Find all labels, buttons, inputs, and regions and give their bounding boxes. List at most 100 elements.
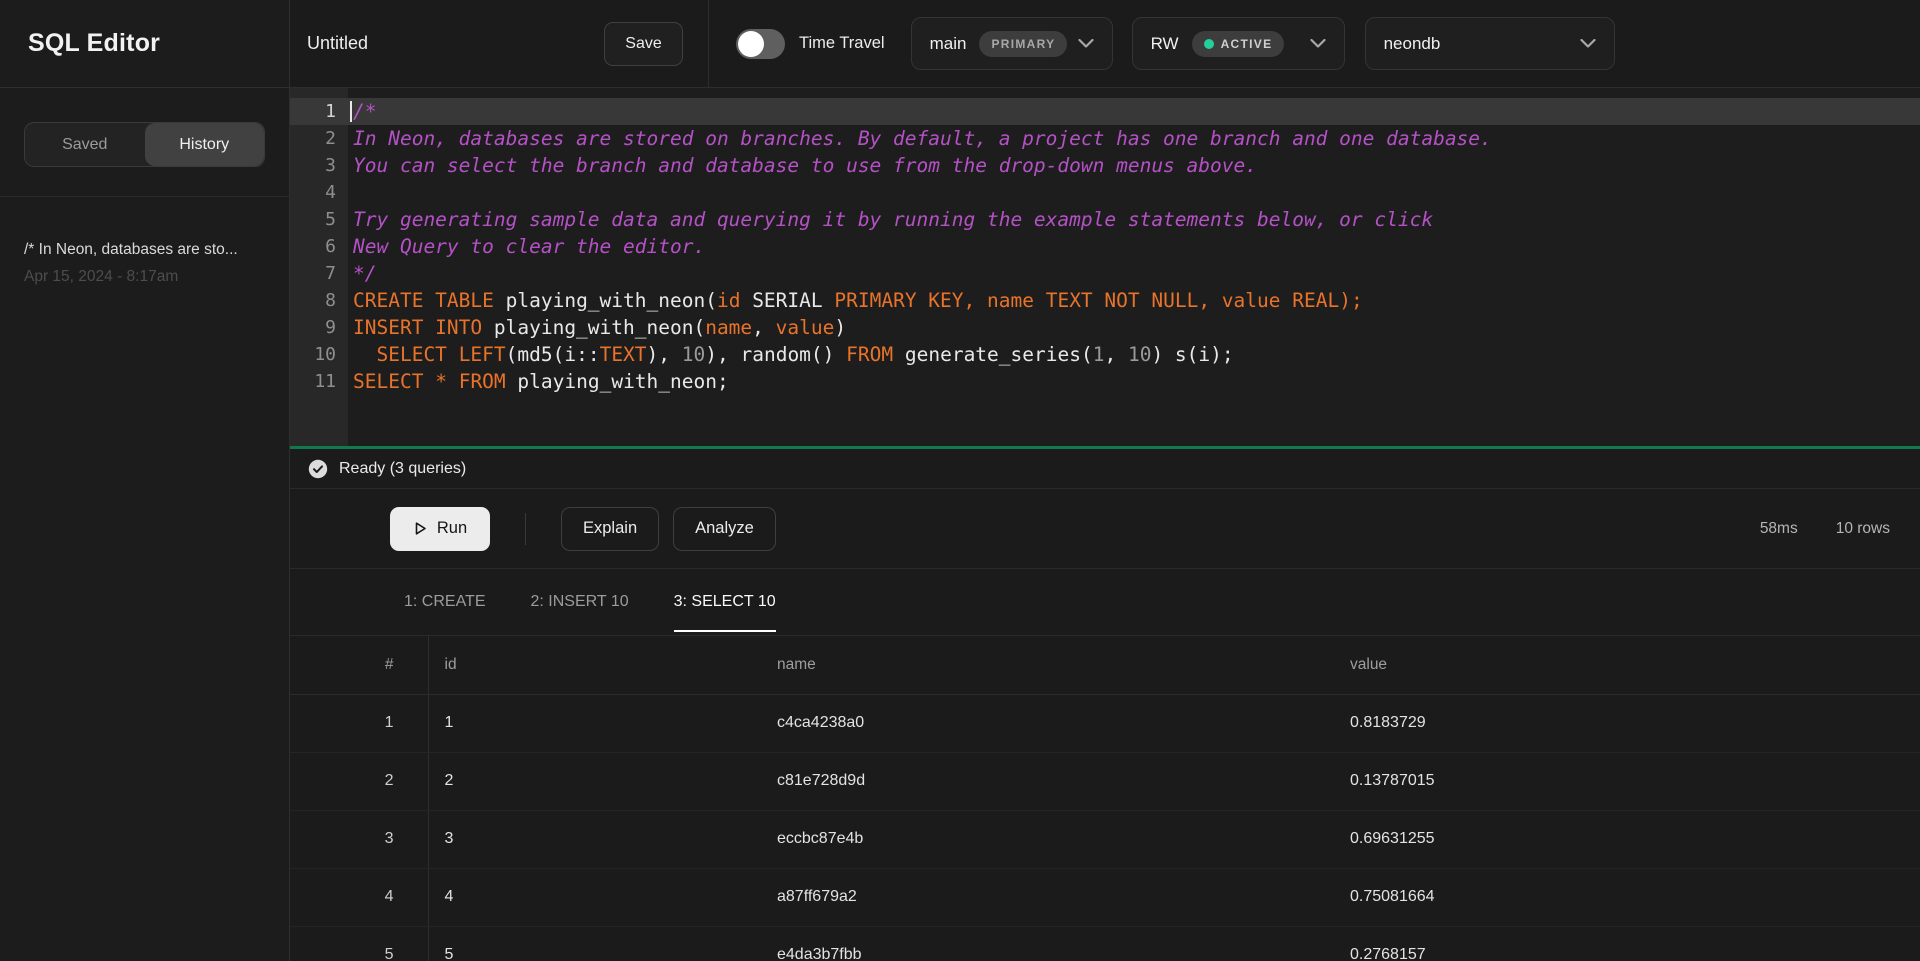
line-number: 11 bbox=[290, 368, 348, 395]
database-dropdown[interactable]: neondb bbox=[1365, 17, 1615, 70]
compute-dropdown[interactable]: RW ACTIVE bbox=[1132, 17, 1345, 70]
line-number: 1 bbox=[290, 98, 348, 125]
code-text: */ bbox=[348, 260, 376, 287]
table-cell: 0.75081664 bbox=[1334, 868, 1920, 926]
table-row: 44a87ff679a20.75081664 bbox=[290, 868, 1920, 926]
editor-caret bbox=[350, 101, 352, 122]
code-text: /* bbox=[348, 98, 376, 125]
line-number: 5 bbox=[290, 206, 348, 233]
active-dot-icon bbox=[1204, 39, 1214, 49]
table-cell: c4ca4238a0 bbox=[761, 694, 1334, 752]
chevron-down-icon bbox=[1310, 39, 1326, 48]
editor-line: 11SELECT * FROM playing_with_neon; bbox=[290, 368, 1920, 395]
chevron-down-icon bbox=[1078, 39, 1094, 48]
run-button[interactable]: Run bbox=[390, 507, 490, 551]
query-duration: 58ms bbox=[1760, 520, 1798, 538]
code-editor[interactable]: 1/*2In Neon, databases are stored on bra… bbox=[290, 88, 1920, 446]
time-travel-toggle[interactable] bbox=[736, 29, 785, 59]
explain-button[interactable]: Explain bbox=[561, 507, 659, 551]
results-table: #idnamevalue11c4ca4238a00.818372922c81e7… bbox=[290, 636, 1920, 961]
results-table-container: #idnamevalue11c4ca4238a00.818372922c81e7… bbox=[290, 636, 1920, 961]
row-index-cell: 5 bbox=[290, 926, 428, 961]
editor-line: 1/* bbox=[290, 98, 1920, 125]
code-text: INSERT INTO playing_with_neon(name, valu… bbox=[348, 314, 846, 341]
result-tab-1-create[interactable]: 1: CREATE bbox=[404, 569, 486, 635]
query-metrics: 58ms 10 rows bbox=[1760, 520, 1890, 538]
table-cell: 0.13787015 bbox=[1334, 752, 1920, 810]
result-tab-3-select-10[interactable]: 3: SELECT 10 bbox=[674, 569, 776, 635]
time-travel-label: Time Travel bbox=[799, 34, 885, 53]
line-number: 3 bbox=[290, 152, 348, 179]
database-name: neondb bbox=[1384, 34, 1441, 54]
editor-line: 9INSERT INTO playing_with_neon(name, val… bbox=[290, 314, 1920, 341]
compute-name: RW bbox=[1151, 34, 1179, 54]
table-cell: 0.2768157 bbox=[1334, 926, 1920, 961]
table-cell: c81e728d9d bbox=[761, 752, 1334, 810]
table-cell: 5 bbox=[428, 926, 761, 961]
row-index-cell: 1 bbox=[290, 694, 428, 752]
actions-divider bbox=[525, 513, 526, 545]
sidebar-tabs-section: SavedHistory bbox=[0, 88, 289, 197]
code-text: You can select the branch and database t… bbox=[348, 152, 1257, 179]
table-cell: e4da3b7fbb bbox=[761, 926, 1334, 961]
history-item-title: /* In Neon, databases are sto... bbox=[24, 241, 265, 259]
history-item[interactable]: /* In Neon, databases are sto...Apr 15, … bbox=[24, 241, 265, 286]
status-bar: Ready (3 queries) bbox=[290, 449, 1920, 489]
code-text: CREATE TABLE playing_with_neon(id SERIAL… bbox=[348, 287, 1363, 314]
editor-line: 3You can select the branch and database … bbox=[290, 152, 1920, 179]
column-header-name: name bbox=[761, 636, 1334, 694]
editor-lines: 1/*2In Neon, databases are stored on bra… bbox=[290, 98, 1920, 395]
editor-line: 6New Query to clear the editor. bbox=[290, 233, 1920, 260]
table-row: 33eccbc87e4b0.69631255 bbox=[290, 810, 1920, 868]
result-tabs: 1: CREATE 2: INSERT 10 3: SELECT 10 bbox=[290, 569, 1920, 636]
main-panel: Untitled Save Time Travel main PRIMARY R… bbox=[290, 0, 1920, 961]
check-circle-icon bbox=[308, 459, 328, 479]
chevron-down-icon bbox=[1580, 39, 1596, 48]
branch-dropdown[interactable]: main PRIMARY bbox=[911, 17, 1113, 70]
editor-line: 7*/ bbox=[290, 260, 1920, 287]
page-title: SQL Editor bbox=[28, 29, 160, 58]
history-list: /* In Neon, databases are sto...Apr 15, … bbox=[0, 197, 289, 330]
editor-line: 10 SELECT LEFT(md5(i::TEXT), 10), random… bbox=[290, 341, 1920, 368]
line-number: 6 bbox=[290, 233, 348, 260]
toggle-knob bbox=[738, 31, 764, 57]
branch-primary-badge: PRIMARY bbox=[979, 31, 1067, 57]
actions-bar: Run Explain Analyze 58ms 10 rows bbox=[290, 489, 1920, 569]
sidebar-tab-history[interactable]: History bbox=[145, 123, 265, 166]
sql-editor-app: SQL Editor SavedHistory /* In Neon, data… bbox=[0, 0, 1920, 961]
editor-line: 8CREATE TABLE playing_with_neon(id SERIA… bbox=[290, 287, 1920, 314]
editor-line: 2In Neon, databases are stored on branch… bbox=[290, 125, 1920, 152]
line-number: 7 bbox=[290, 260, 348, 287]
sidebar: SQL Editor SavedHistory /* In Neon, data… bbox=[0, 0, 290, 961]
table-row: 11c4ca4238a00.8183729 bbox=[290, 694, 1920, 752]
code-text: SELECT * FROM playing_with_neon; bbox=[348, 368, 729, 395]
sidebar-header: SQL Editor bbox=[0, 0, 289, 88]
compute-status-label: ACTIVE bbox=[1221, 37, 1273, 51]
branch-name: main bbox=[930, 34, 967, 54]
code-text: SELECT LEFT(md5(i::TEXT), 10), random() … bbox=[348, 341, 1234, 368]
sidebar-tab-saved[interactable]: Saved bbox=[25, 123, 145, 166]
table-cell: 0.69631255 bbox=[1334, 810, 1920, 868]
table-cell: 0.8183729 bbox=[1334, 694, 1920, 752]
saved-history-segmented-control: SavedHistory bbox=[24, 122, 265, 167]
column-header-: # bbox=[290, 636, 428, 694]
column-header-id: id bbox=[428, 636, 761, 694]
table-header-row: #idnamevalue bbox=[290, 636, 1920, 694]
table-cell: eccbc87e4b bbox=[761, 810, 1334, 868]
run-button-label: Run bbox=[437, 519, 467, 538]
editor-line: 5Try generating sample data and querying… bbox=[290, 206, 1920, 233]
result-tab-2-insert-10[interactable]: 2: INSERT 10 bbox=[531, 569, 629, 635]
editor-line: 4 bbox=[290, 179, 1920, 206]
row-index-cell: 3 bbox=[290, 810, 428, 868]
row-index-cell: 2 bbox=[290, 752, 428, 810]
code-text bbox=[348, 179, 353, 206]
table-cell: 4 bbox=[428, 868, 761, 926]
table-row: 55e4da3b7fbb0.2768157 bbox=[290, 926, 1920, 961]
status-label: Ready (3 queries) bbox=[339, 460, 466, 478]
analyze-button[interactable]: Analyze bbox=[673, 507, 776, 551]
line-number: 2 bbox=[290, 125, 348, 152]
code-text: New Query to clear the editor. bbox=[348, 233, 705, 260]
compute-status-badge: ACTIVE bbox=[1192, 31, 1285, 57]
save-button[interactable]: Save bbox=[604, 22, 683, 66]
line-number: 10 bbox=[290, 341, 348, 368]
